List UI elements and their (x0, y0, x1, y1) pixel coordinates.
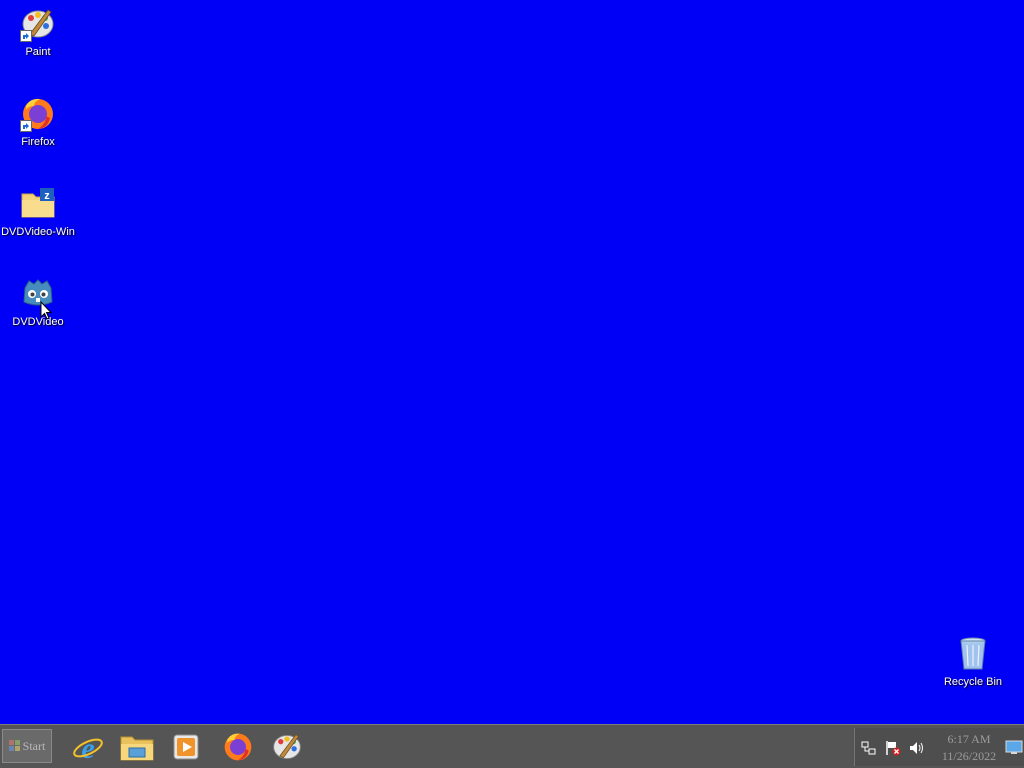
taskbar-app-internet-explorer[interactable]: e (68, 729, 108, 765)
desktop-icon-label: DVDVideo-Win (1, 226, 75, 238)
paint-icon (20, 6, 56, 42)
desktop-icon-label: Firefox (21, 136, 55, 148)
start-button[interactable]: Start (2, 729, 52, 763)
firefox-icon (224, 733, 252, 761)
desktop-icon-paint[interactable]: Paint (0, 6, 76, 76)
shortcut-arrow-icon (20, 30, 32, 42)
file-explorer-icon (120, 736, 154, 761)
clock[interactable]: 6:17 AM 11/26/2022 (935, 731, 1003, 765)
desktop-icon-firefox[interactable]: Firefox (0, 96, 76, 166)
taskbar-app-file-explorer[interactable] (117, 729, 157, 765)
taskbar-app-firefox[interactable] (218, 729, 258, 765)
paint-icon (273, 734, 301, 759)
desktop-icon-dvdvideo-win[interactable]: z DVDVideo-Win (0, 186, 76, 256)
clock-date: 11/26/2022 (941, 749, 997, 763)
desktop-icon-label: Paint (25, 46, 51, 58)
start-label: Start (22, 738, 46, 753)
recycle-bin-icon (955, 636, 991, 672)
shortcut-arrow-icon (20, 120, 32, 132)
desktop[interactable]: Paint Firefox z DVDVideo-Win DVDVideo Re… (0, 0, 1024, 724)
desktop-icon-recycle-bin[interactable]: Recycle Bin (935, 636, 1011, 706)
clock-time: 6:17 AM (947, 732, 991, 746)
desktop-icon-label: DVDVideo (12, 316, 64, 328)
media-player-icon (173, 734, 199, 760)
taskbar: Start e 6:17 AM 11/26/2022 (0, 724, 1024, 768)
taskbar-app-paint[interactable] (267, 729, 307, 765)
system-tray: 6:17 AM 11/26/2022 (854, 728, 1024, 766)
network-icon[interactable] (861, 740, 877, 756)
show-desktop-icon[interactable] (1005, 738, 1023, 756)
zip-folder-icon: z (20, 186, 56, 222)
taskbar-app-media-player[interactable] (166, 729, 206, 765)
svg-text:e: e (81, 732, 94, 763)
svg-text:z: z (44, 190, 50, 202)
volume-icon[interactable] (909, 740, 925, 756)
internet-explorer-icon: e (73, 732, 103, 763)
desktop-icon-dvdvideo[interactable]: DVDVideo (0, 276, 76, 346)
firefox-icon (20, 96, 56, 132)
desktop-icon-label: Recycle Bin (943, 676, 1003, 688)
mouse-cursor-icon (40, 301, 52, 320)
windows-logo-icon (8, 740, 20, 751)
action-center-flag-icon[interactable] (885, 740, 901, 756)
